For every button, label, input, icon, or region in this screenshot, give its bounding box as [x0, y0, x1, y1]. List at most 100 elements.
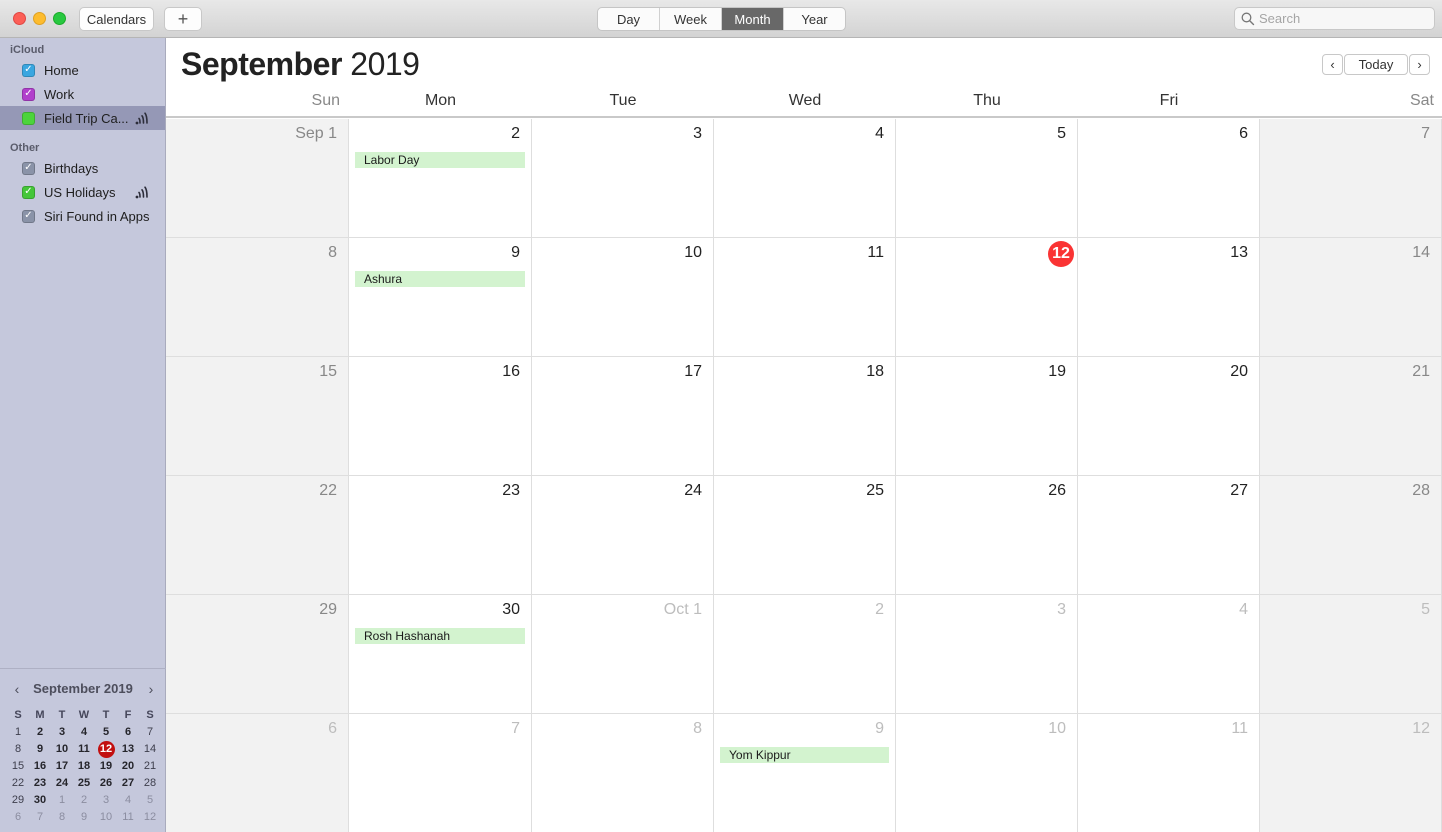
calendar-checkbox[interactable]: ✓ — [22, 63, 35, 77]
mini-day[interactable]: 30 — [29, 792, 51, 809]
day-cell[interactable]: 3 — [896, 595, 1078, 714]
mini-day[interactable]: 4 — [117, 792, 139, 809]
mini-day[interactable]: 8 — [7, 741, 29, 758]
day-cell[interactable]: 28 — [1260, 476, 1442, 595]
search-field[interactable] — [1234, 7, 1435, 30]
day-cell[interactable]: 4 — [714, 119, 896, 238]
mini-day[interactable]: 5 — [95, 724, 117, 741]
mini-day[interactable]: 14 — [139, 741, 161, 758]
mini-day[interactable]: 9 — [73, 809, 95, 826]
mini-next-month-button[interactable]: › — [144, 681, 158, 697]
day-cell[interactable]: 18 — [714, 357, 896, 476]
day-cell[interactable]: 3 — [532, 119, 714, 238]
mini-day[interactable]: 5 — [139, 792, 161, 809]
day-cell[interactable]: 4 — [1078, 595, 1260, 714]
calendar-checkbox[interactable] — [22, 111, 35, 125]
mini-day[interactable]: 10 — [95, 809, 117, 826]
mini-day[interactable]: 3 — [51, 724, 73, 741]
mini-day[interactable]: 12 — [139, 809, 161, 826]
day-cell[interactable]: 7 — [349, 714, 532, 832]
day-cell[interactable]: 19 — [896, 357, 1078, 476]
mini-day[interactable]: 29 — [7, 792, 29, 809]
minimize-window-button[interactable] — [33, 12, 46, 25]
day-cell[interactable]: 25 — [714, 476, 896, 595]
day-cell[interactable]: 20 — [1078, 357, 1260, 476]
zoom-window-button[interactable] — [53, 12, 66, 25]
mini-day[interactable]: 17 — [51, 758, 73, 775]
day-cell[interactable]: 10 — [532, 238, 714, 357]
calendar-event[interactable]: Labor Day — [355, 152, 525, 168]
view-week-tab[interactable]: Week — [660, 8, 722, 30]
day-cell[interactable]: 13 — [1078, 238, 1260, 357]
mini-day[interactable]: 16 — [29, 758, 51, 775]
mini-day[interactable]: 3 — [95, 792, 117, 809]
mini-day[interactable]: 22 — [7, 775, 29, 792]
mini-day[interactable]: 24 — [51, 775, 73, 792]
mini-day[interactable]: 7 — [139, 724, 161, 741]
mini-day-today[interactable]: 12 — [95, 741, 117, 758]
day-cell[interactable]: Sep 1 — [166, 119, 349, 238]
calendar-checkbox[interactable]: ✓ — [22, 185, 35, 199]
sidebar-calendar-item[interactable]: Field Trip Ca... — [0, 106, 165, 130]
day-cell[interactable]: 11 — [1078, 714, 1260, 832]
day-cell[interactable]: 17 — [532, 357, 714, 476]
mini-day[interactable]: 19 — [95, 758, 117, 775]
day-cell[interactable]: 5 — [1260, 595, 1442, 714]
day-cell[interactable]: 29 — [166, 595, 349, 714]
day-cell[interactable]: 24 — [532, 476, 714, 595]
next-month-button[interactable]: › — [1409, 54, 1430, 75]
day-cell[interactable]: 11 — [714, 238, 896, 357]
calendar-checkbox[interactable]: ✓ — [22, 87, 35, 101]
mini-day[interactable]: 18 — [73, 758, 95, 775]
calendar-event[interactable]: Yom Kippur — [720, 747, 889, 763]
sidebar-calendar-item[interactable]: ✓ US Holidays — [0, 180, 165, 204]
mini-day[interactable]: 26 — [95, 775, 117, 792]
day-cell[interactable]: 16 — [349, 357, 532, 476]
calendar-event[interactable]: Rosh Hashanah — [355, 628, 525, 644]
mini-day[interactable]: 4 — [73, 724, 95, 741]
sidebar-calendar-item[interactable]: ✓ Birthdays — [0, 156, 165, 180]
mini-day[interactable]: 15 — [7, 758, 29, 775]
mini-day[interactable]: 2 — [73, 792, 95, 809]
day-cell[interactable]: 10 — [896, 714, 1078, 832]
mini-day[interactable]: 1 — [51, 792, 73, 809]
mini-day[interactable]: 23 — [29, 775, 51, 792]
calendar-checkbox[interactable]: ✓ — [22, 209, 35, 223]
day-cell[interactable]: 9 Yom Kippur — [714, 714, 896, 832]
day-cell[interactable]: 2 — [714, 595, 896, 714]
mini-day[interactable]: 1 — [7, 724, 29, 741]
mini-day[interactable]: 10 — [51, 741, 73, 758]
day-cell[interactable]: 12 — [1260, 714, 1442, 832]
calendar-event[interactable]: Ashura — [355, 271, 525, 287]
day-cell[interactable]: 21 — [1260, 357, 1442, 476]
mini-day[interactable]: 6 — [7, 809, 29, 826]
day-cell[interactable]: 8 — [532, 714, 714, 832]
day-cell[interactable]: Oct 1 — [532, 595, 714, 714]
day-cell[interactable]: 22 — [166, 476, 349, 595]
day-cell[interactable]: 6 — [166, 714, 349, 832]
day-cell[interactable]: 15 — [166, 357, 349, 476]
add-event-button[interactable]: + — [164, 7, 202, 31]
mini-day[interactable]: 11 — [73, 741, 95, 758]
calendars-button[interactable]: Calendars — [79, 7, 154, 31]
calendar-checkbox[interactable]: ✓ — [22, 161, 35, 175]
mini-day[interactable]: 28 — [139, 775, 161, 792]
sidebar-calendar-item[interactable]: ✓ Work — [0, 82, 165, 106]
day-cell[interactable]: 8 — [166, 238, 349, 357]
mini-day[interactable]: 21 — [139, 758, 161, 775]
mini-day[interactable]: 20 — [117, 758, 139, 775]
view-month-tab[interactable]: Month — [722, 8, 784, 30]
day-cell[interactable]: 27 — [1078, 476, 1260, 595]
search-input[interactable] — [1259, 11, 1429, 26]
day-cell[interactable]: 14 — [1260, 238, 1442, 357]
sidebar-calendar-item[interactable]: ✓ Home — [0, 58, 165, 82]
mini-day[interactable]: 6 — [117, 724, 139, 741]
view-year-tab[interactable]: Year — [784, 8, 845, 30]
mini-day[interactable]: 13 — [117, 741, 139, 758]
view-day-tab[interactable]: Day — [598, 8, 660, 30]
day-cell[interactable]: 12 — [896, 238, 1078, 357]
mini-day[interactable]: 8 — [51, 809, 73, 826]
mini-day[interactable]: 11 — [117, 809, 139, 826]
day-cell[interactable]: 7 — [1260, 119, 1442, 238]
day-cell[interactable]: 5 — [896, 119, 1078, 238]
